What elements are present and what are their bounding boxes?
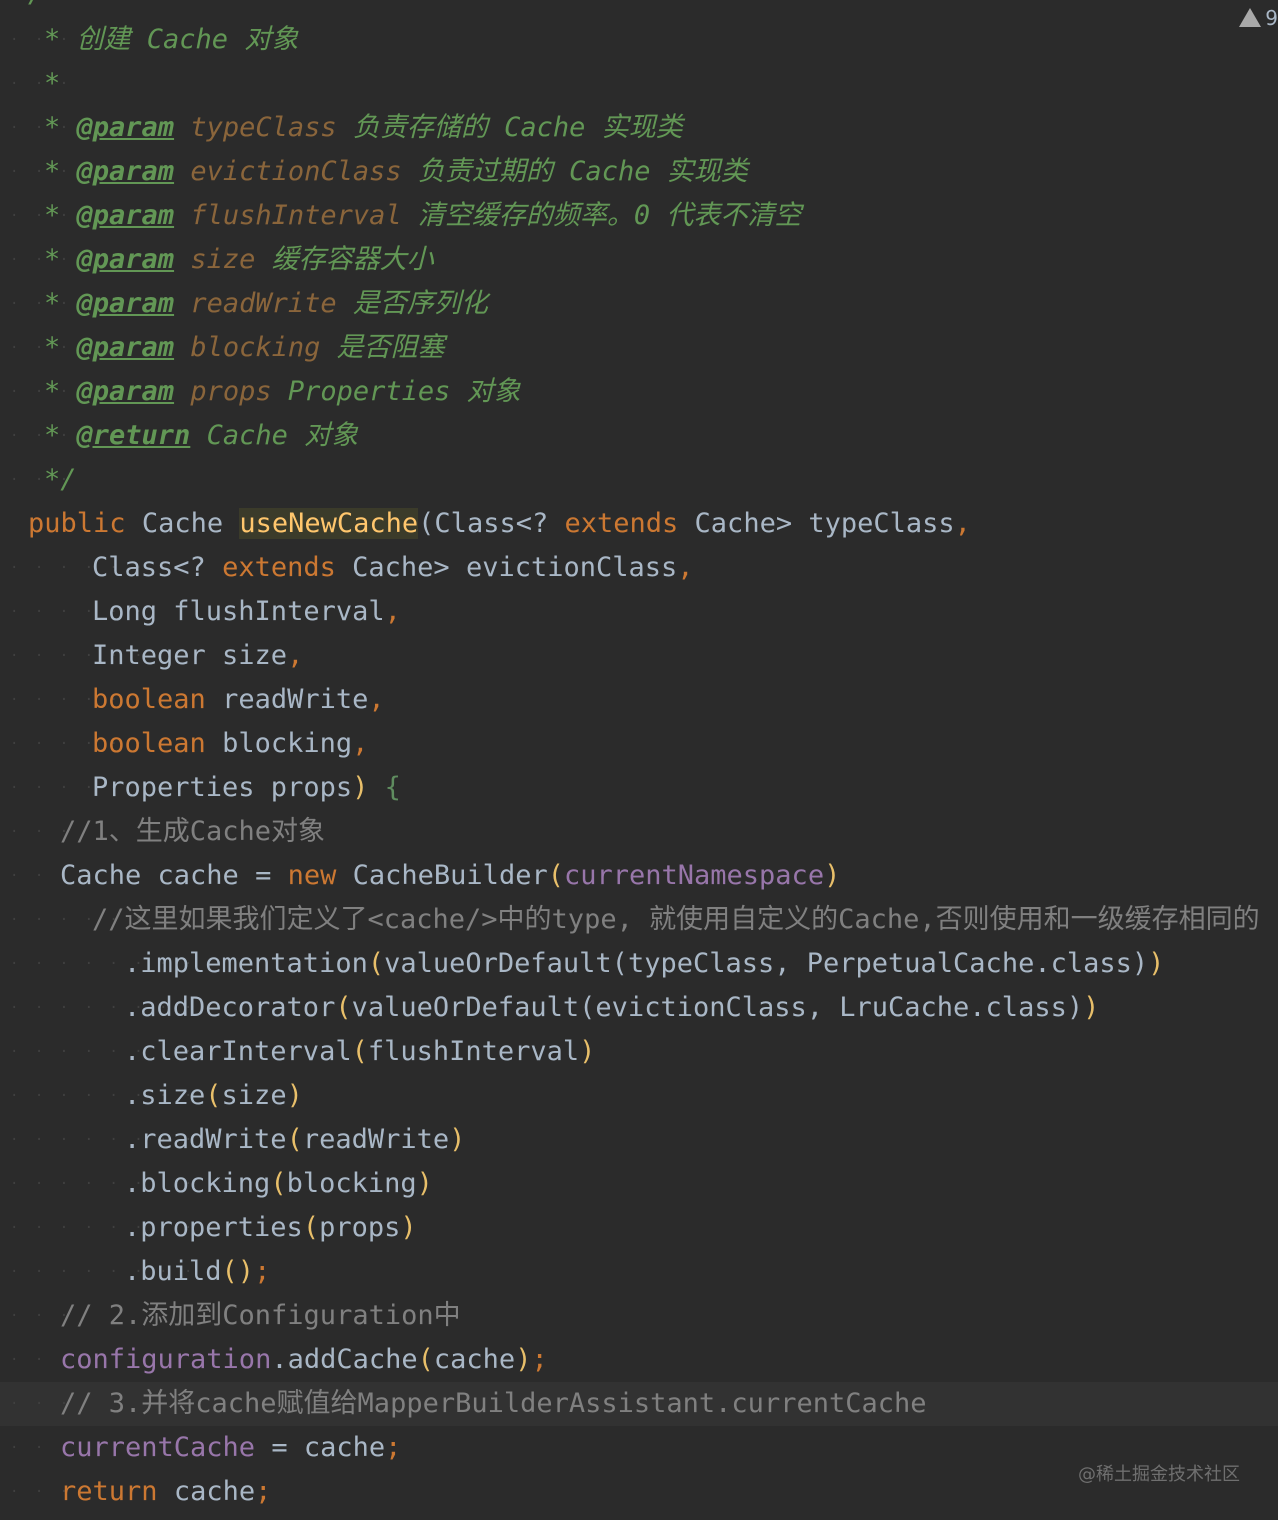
code-line[interactable]: · · · · · · boolean readWrite, [0, 678, 1278, 722]
code-line[interactable]: · · · * @return Cache 对象 [0, 414, 1278, 458]
code-line[interactable]: · · · Cache cache = new CacheBuilder(cur… [0, 854, 1278, 898]
doc-param-line: * @param evictionClass 负责过期的 Cache 实现类 [44, 156, 748, 187]
builder-call: .blocking(blocking) [124, 1168, 433, 1199]
parameter: Long flushInterval, [92, 596, 401, 627]
code-line[interactable]: · · · · · · boolean blocking, [0, 722, 1278, 766]
code-line[interactable]: · · · * 创建 Cache 对象 [0, 18, 1278, 62]
code-line[interactable]: · · · · · · · · .build(); [0, 1250, 1278, 1294]
code-editor[interactable]: 9 /** · · · * 创建 Cache 对象 · · · * · · · … [0, 0, 1278, 1520]
statement: return cache; [60, 1476, 272, 1507]
parameter: boolean readWrite, [92, 684, 385, 715]
code-line[interactable]: · · · · · · · · .size(size) [0, 1074, 1278, 1118]
doc-param-line: * @param readWrite 是否序列化 [44, 288, 488, 319]
whitespace-marks: · · · [10, 76, 73, 92]
code-line[interactable]: · · · · · · · · .properties(props) [0, 1206, 1278, 1250]
doc-param-line: * @param flushInterval 清空缓存的频率。0 代表不清空 [44, 200, 802, 231]
code-line[interactable]: · · · · · · · · .readWrite(readWrite) [0, 1118, 1278, 1162]
statement: currentCache = cache; [60, 1432, 402, 1463]
code-line[interactable]: · · · * @param blocking 是否阻塞 [0, 326, 1278, 370]
statement: configuration.addCache(cache); [60, 1344, 548, 1375]
code-line[interactable]: · · · configuration.addCache(cache); [0, 1338, 1278, 1382]
code-line[interactable]: · · · */ [0, 458, 1278, 502]
builder-call: .addDecorator(valueOrDefault(evictionCla… [124, 992, 1100, 1023]
watermark: @稀土掘金技术社区 [1078, 1464, 1240, 1485]
code-line[interactable]: · · · · · · · · .clearInterval(flushInte… [0, 1030, 1278, 1074]
code-line[interactable]: · · · //1、生成Cache对象 [0, 810, 1278, 854]
statement: Cache cache = new CacheBuilder(currentNa… [60, 860, 841, 891]
code-line[interactable]: · · · · · · · · .addDecorator(valueOrDef… [0, 986, 1278, 1030]
code-line[interactable]: · · · * @param size 缓存容器大小 [0, 238, 1278, 282]
doc-return-line: * @return Cache 对象 [44, 420, 359, 451]
builder-call: .clearInterval(flushInterval) [124, 1036, 596, 1067]
code-line[interactable]: · · · // 2.添加到Configuration中 [0, 1294, 1278, 1338]
current-line[interactable]: · · · // 3.并将cache赋值给MapperBuilderAssist… [0, 1382, 1278, 1426]
code-line[interactable]: · · · * @param evictionClass 负责过期的 Cache… [0, 150, 1278, 194]
code-line[interactable]: · · · * @param flushInterval 清空缓存的频率。0 代… [0, 194, 1278, 238]
code-line[interactable]: · · · · · · · · .implementation(valueOrD… [0, 942, 1278, 986]
builder-call: .build(); [124, 1256, 271, 1287]
doc-param-line: * @param typeClass 负责存储的 Cache 实现类 [44, 112, 683, 143]
method-name: useNewCache [239, 508, 419, 539]
doc-param-line: * @param props Properties 对象 [44, 376, 521, 407]
builder-call: .implementation(valueOrDefault(typeClass… [124, 948, 1165, 979]
parameter: Class<? extends Cache> evictionClass, [92, 552, 694, 583]
builder-call: .readWrite(readWrite) [124, 1124, 466, 1155]
builder-call: .properties(props) [124, 1212, 417, 1243]
parameter: Properties props) { [92, 772, 401, 803]
code-line[interactable]: · · · * @param typeClass 负责存储的 Cache 实现类 [0, 106, 1278, 150]
line-comment: //这里如果我们定义了<cache/>中的type, 就使用自定义的Cache,… [92, 904, 1260, 935]
parameter: Integer size, [92, 640, 304, 671]
parameter: boolean blocking, [92, 728, 369, 759]
code-line[interactable]: · · · · · · Integer size, [0, 634, 1278, 678]
line-comment: // 3.并将cache赋值给MapperBuilderAssistant.cu… [60, 1388, 927, 1419]
code-line[interactable]: · · · · · · Long flushInterval, [0, 590, 1278, 634]
doc-comment-line: * [44, 68, 61, 99]
code-line[interactable]: · · · · · · Properties props) { [0, 766, 1278, 810]
code-line[interactable]: · · · · · · //这里如果我们定义了<cache/>中的type, 就… [0, 898, 1278, 942]
doc-comment-end: */ [44, 464, 77, 495]
method-signature: public Cache useNewCache(Class<? extends… [28, 508, 971, 539]
doc-comment-line: * 创建 Cache 对象 [44, 24, 299, 55]
code-line[interactable]: · · · · · · Class<? extends Cache> evict… [0, 546, 1278, 590]
code-line[interactable]: · · · · · · · · .blocking(blocking) [0, 1162, 1278, 1206]
line-comment: // 2.添加到Configuration中 [60, 1300, 461, 1331]
line-comment: //1、生成Cache对象 [60, 816, 326, 847]
code-line[interactable]: · · · * @param readWrite 是否序列化 [0, 282, 1278, 326]
doc-comment-start: /** [28, 0, 77, 9]
code-line[interactable]: · · · * [0, 62, 1278, 106]
doc-param-line: * @param size 缓存容器大小 [44, 244, 434, 275]
doc-param-line: * @param blocking 是否阻塞 [44, 332, 445, 363]
code-line[interactable]: public Cache useNewCache(Class<? extends… [0, 502, 1278, 546]
builder-call: .size(size) [124, 1080, 303, 1111]
code-line[interactable]: · · · * @param props Properties 对象 [0, 370, 1278, 414]
